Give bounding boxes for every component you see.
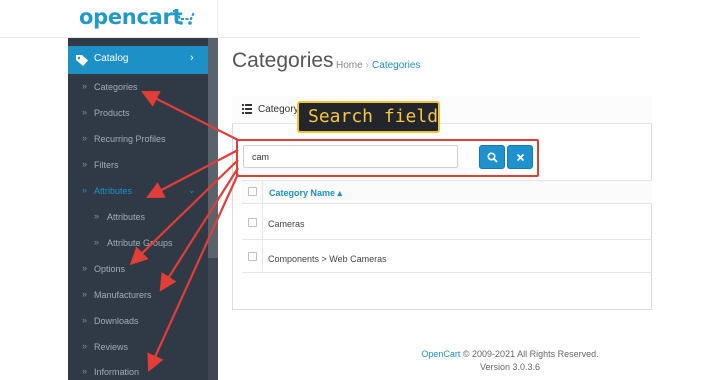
sidebar-item-label: Attributes: [107, 212, 146, 222]
table-row-divider: [242, 272, 652, 273]
double-chevron-icon: »: [82, 289, 88, 299]
sidebar-item-label: Attribute Groups: [107, 238, 173, 248]
sidebar-item-options[interactable]: » Options: [68, 259, 208, 281]
footer-version: Version 3.0.3.6: [479, 362, 541, 372]
screenshot-root: { "header": { "logo_text": "opencart", "…: [0, 0, 710, 380]
sidebar-scrollbar-thumb[interactable]: [208, 38, 218, 258]
sidebar-item-recurring-profiles[interactable]: » Recurring Profiles: [68, 129, 208, 151]
table-column-divider: [262, 180, 263, 272]
sidebar-item-attributes[interactable]: » Attributes ⌄: [68, 181, 208, 203]
select-all-checkbox[interactable]: [248, 187, 257, 196]
breadcrumb-current[interactable]: Categories: [372, 60, 420, 71]
sidebar-item-label: Downloads: [94, 316, 139, 326]
double-chevron-icon: »: [82, 107, 88, 117]
double-chevron-icon: »: [94, 237, 100, 247]
sidebar-item-label: Categories: [94, 82, 138, 92]
breadcrumb: Home › Categories: [336, 60, 420, 71]
sidebar-item-label: Filters: [94, 160, 119, 170]
sidebar-item-label: Products: [94, 108, 130, 118]
double-chevron-icon: »: [82, 341, 88, 351]
sidebar-item-reviews[interactable]: » Reviews: [68, 337, 208, 359]
footer-copyright-text: © 2009-2021 All Rights Reserved.: [462, 349, 599, 359]
double-chevron-icon: »: [82, 185, 88, 195]
breadcrumb-home[interactable]: Home: [336, 60, 363, 71]
sidebar-subitem-attributes[interactable]: » Attributes: [68, 207, 208, 229]
double-chevron-icon: »: [82, 263, 88, 273]
column-header-category-name[interactable]: Category Name ▴: [269, 188, 342, 199]
sidebar-subitem-attribute-groups[interactable]: » Attribute Groups: [68, 233, 208, 255]
sidebar-item-label: Options: [94, 264, 126, 274]
double-chevron-icon: »: [82, 366, 88, 376]
sidebar-item-label: Attributes: [94, 186, 133, 196]
double-chevron-icon: »: [82, 315, 88, 325]
double-chevron-icon: »: [82, 81, 88, 91]
sidebar-item-label: Information: [94, 367, 140, 377]
double-chevron-icon: »: [82, 159, 88, 169]
sidebar-item-downloads[interactable]: » Downloads: [68, 311, 208, 333]
double-chevron-icon: »: [82, 133, 88, 143]
row-checkbox[interactable]: [248, 218, 257, 227]
annotation-callout-label: Search field: [308, 106, 439, 127]
chevron-right-icon: ›: [190, 52, 194, 64]
breadcrumb-separator: ›: [365, 60, 370, 71]
sidebar-item-manufacturers[interactable]: » Manufacturers: [68, 285, 208, 307]
footer-brand-link[interactable]: OpenCart: [421, 349, 460, 359]
double-chevron-icon: »: [94, 211, 100, 221]
sidebar-item-filters[interactable]: » Filters: [68, 155, 208, 177]
cart-icon: [173, 10, 195, 25]
footer-copyright: OpenCart © 2009-2021 All Rights Reserved…: [380, 349, 640, 359]
chevron-down-icon: ⌄: [188, 185, 196, 195]
page-title: Categories: [232, 49, 334, 72]
annotation-highlight-box: [236, 139, 539, 177]
table-cell-category-name: Cameras: [268, 219, 305, 229]
sidebar-menu-label: Catalog: [94, 53, 129, 64]
sidebar-item-label: Reviews: [94, 342, 129, 352]
opencart-logo[interactable]: opencart: [79, 5, 183, 29]
sidebar-item-categories[interactable]: » Categories: [68, 77, 208, 99]
tag-icon: [76, 55, 88, 66]
sidebar-item-label: Manufacturers: [94, 290, 152, 300]
header-separator: [217, 0, 218, 38]
sidebar-item-products[interactable]: » Products: [68, 103, 208, 125]
sidebar-item-label: Recurring Profiles: [94, 134, 166, 144]
sidebar-item-information[interactable]: » Information: [68, 362, 208, 380]
sidebar-menu-catalog[interactable]: Catalog ›: [68, 46, 208, 74]
table-row-divider: [242, 239, 652, 240]
table-cell-category-name: Components > Web Cameras: [268, 254, 387, 264]
list-icon: [242, 104, 252, 114]
row-checkbox[interactable]: [248, 252, 257, 261]
